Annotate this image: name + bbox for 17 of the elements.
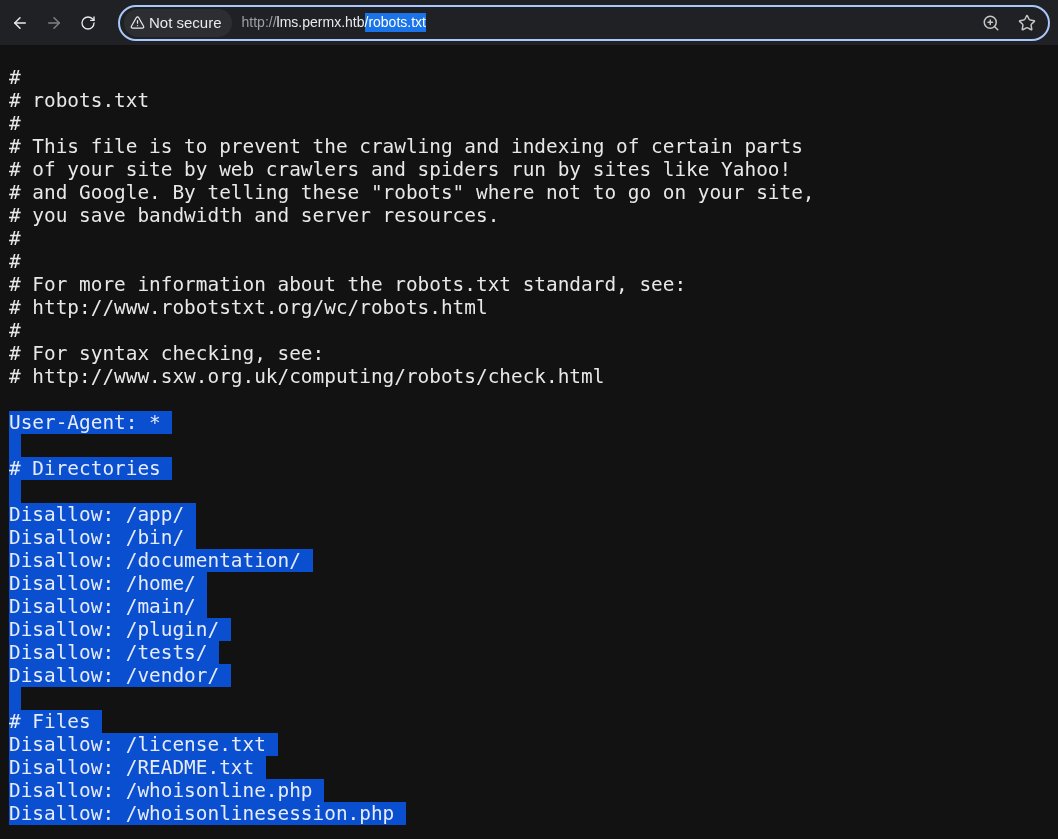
- text-line: #: [9, 250, 21, 273]
- text-line: # For more information about the robots.txt standard, see:: [9, 273, 687, 296]
- security-chip[interactable]: Not secure: [124, 8, 232, 37]
- text-line: # of your site by web crawlers and spiders run by sites like Yahoo!: [9, 158, 792, 181]
- text-line: # For syntax checking, see:: [9, 342, 325, 365]
- text-line: # you save bandwidth and server resources.: [9, 204, 500, 227]
- text-line: #: [9, 227, 21, 250]
- text-line: # http://www.robotstxt.org/wc/robots.html: [9, 296, 488, 319]
- reload-icon[interactable]: [80, 14, 96, 31]
- warning-icon: [130, 15, 145, 30]
- text-line: # robots.txt: [9, 89, 150, 112]
- text-line: # http://www.sxw.org.uk/computing/robots/check.html: [9, 365, 605, 388]
- text-line: #: [9, 319, 21, 342]
- text-line: #: [9, 112, 21, 135]
- text-line: #: [9, 66, 21, 89]
- text-line: # This file is to prevent the crawling and indexing of certain parts: [9, 135, 803, 158]
- text-line: # and Google. By telling these "robots" where not to go on your site,: [9, 181, 815, 204]
